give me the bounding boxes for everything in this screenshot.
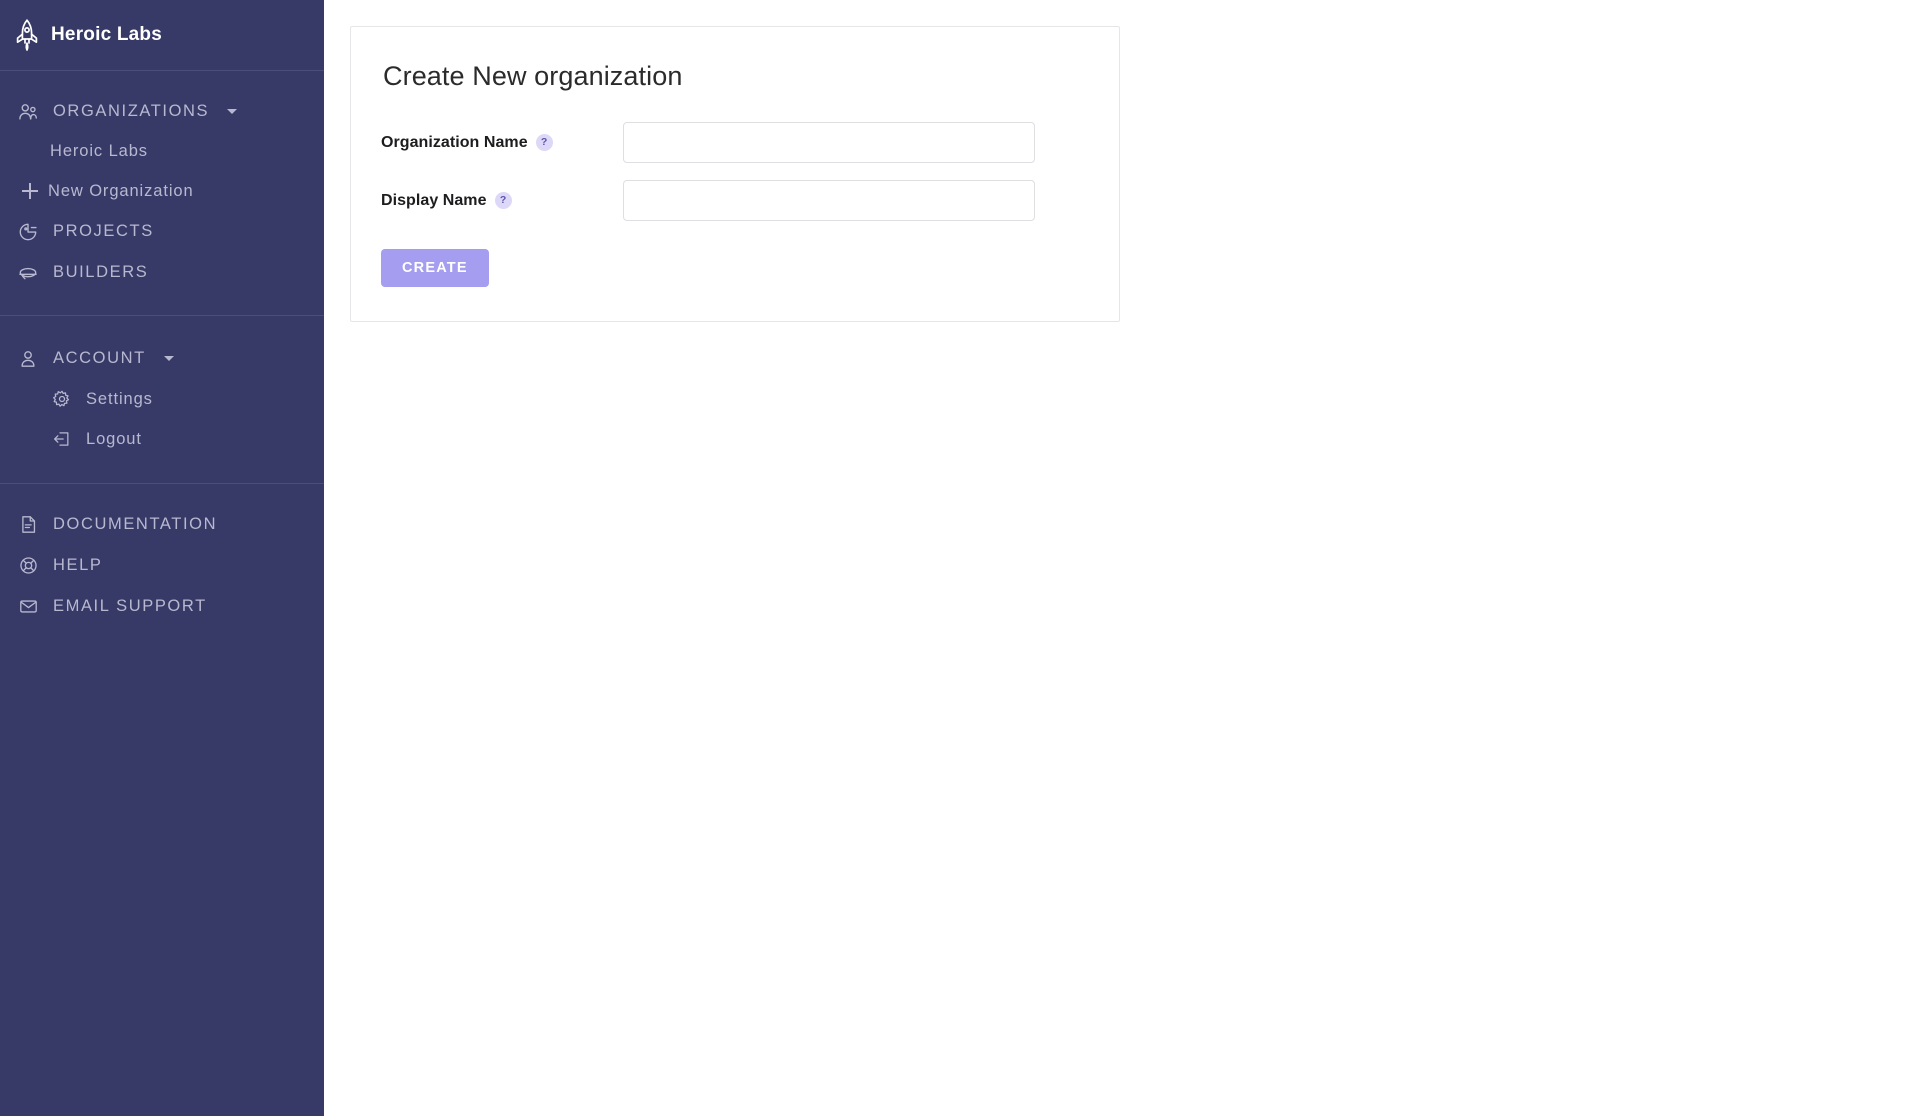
- sidebar-item-heroic-labs[interactable]: Heroic Labs: [0, 132, 324, 171]
- sidebar-item-label: HELP: [53, 556, 103, 574]
- sidebar-item-account[interactable]: ACCOUNT: [0, 338, 324, 379]
- sidebar-item-label: DOCUMENTATION: [53, 515, 218, 533]
- logout-icon: [50, 427, 74, 451]
- builders-icon: [16, 261, 40, 285]
- sidebar-item-documentation[interactable]: DOCUMENTATION: [0, 504, 324, 545]
- chevron-down-icon: [227, 109, 238, 114]
- form-row-organization-name: Organization Name ?: [381, 122, 1089, 163]
- organization-name-input[interactable]: [623, 122, 1035, 163]
- sidebar-section-footer: DOCUMENTATION HELP EMAIL SUPPORT: [0, 484, 324, 627]
- sidebar-item-organizations[interactable]: ORGANIZATIONS: [0, 91, 324, 132]
- form-actions: CREATE: [381, 249, 1089, 287]
- sidebar-item-label: Heroic Labs: [50, 142, 148, 160]
- document-icon: [16, 513, 40, 537]
- display-name-label: Display Name ?: [381, 192, 623, 210]
- sidebar-item-help[interactable]: HELP: [0, 545, 324, 586]
- help-icon[interactable]: ?: [535, 134, 553, 151]
- envelope-icon: [16, 595, 40, 619]
- help-icon[interactable]: ?: [494, 192, 512, 209]
- sidebar-item-label: Settings: [86, 389, 153, 408]
- sidebar-section-organizations: ORGANIZATIONS Heroic Labs New Organizati…: [0, 71, 324, 315]
- label-text: Organization Name: [381, 133, 528, 151]
- sidebar-item-logout[interactable]: Logout: [0, 419, 324, 459]
- projects-icon: [16, 220, 40, 244]
- organization-name-label: Organization Name ?: [381, 134, 623, 152]
- users-icon: [16, 100, 40, 124]
- display-name-input[interactable]: [623, 180, 1035, 221]
- sidebar-item-email-support[interactable]: EMAIL SUPPORT: [0, 586, 324, 627]
- sidebar-item-label: BUILDERS: [53, 263, 149, 281]
- sidebar-item-settings[interactable]: Settings: [0, 379, 324, 419]
- sidebar-item-label: ORGANIZATIONS: [53, 102, 210, 120]
- sidebar-item-label: EMAIL SUPPORT: [53, 597, 207, 615]
- sidebar-item-label: ACCOUNT: [53, 349, 146, 367]
- brand-logo-link[interactable]: Heroic Labs: [0, 0, 324, 70]
- chevron-down-icon: [163, 356, 174, 361]
- sidebar-item-projects[interactable]: PROJECTS: [0, 211, 324, 252]
- page-title: Create New organization: [383, 61, 683, 91]
- create-button[interactable]: CREATE: [381, 249, 489, 287]
- lifebuoy-icon: [16, 554, 40, 578]
- main-content: Create New organization Organization Nam…: [324, 0, 1920, 1116]
- sidebar-item-new-organization[interactable]: New Organization: [0, 171, 324, 211]
- gear-icon: [50, 387, 74, 411]
- sidebar-item-label: PROJECTS: [53, 222, 154, 240]
- brand-name: Heroic Labs: [51, 24, 162, 45]
- person-icon: [16, 347, 40, 371]
- rocket-icon: [14, 18, 40, 52]
- plus-icon: [22, 183, 38, 199]
- label-text: Display Name: [381, 191, 487, 209]
- form-row-display-name: Display Name ?: [381, 180, 1089, 221]
- sidebar-item-builders[interactable]: BUILDERS: [0, 252, 324, 293]
- sidebar-item-label: New Organization: [48, 181, 194, 200]
- app-root: Heroic Labs ORGANIZATIONS Heroic Labs Ne…: [0, 0, 1920, 1116]
- create-organization-card: Create New organization Organization Nam…: [350, 26, 1120, 322]
- sidebar-section-account: ACCOUNT Settings Logout: [0, 316, 324, 483]
- sidebar-item-label: Logout: [86, 429, 142, 448]
- sidebar: Heroic Labs ORGANIZATIONS Heroic Labs Ne…: [0, 0, 324, 1116]
